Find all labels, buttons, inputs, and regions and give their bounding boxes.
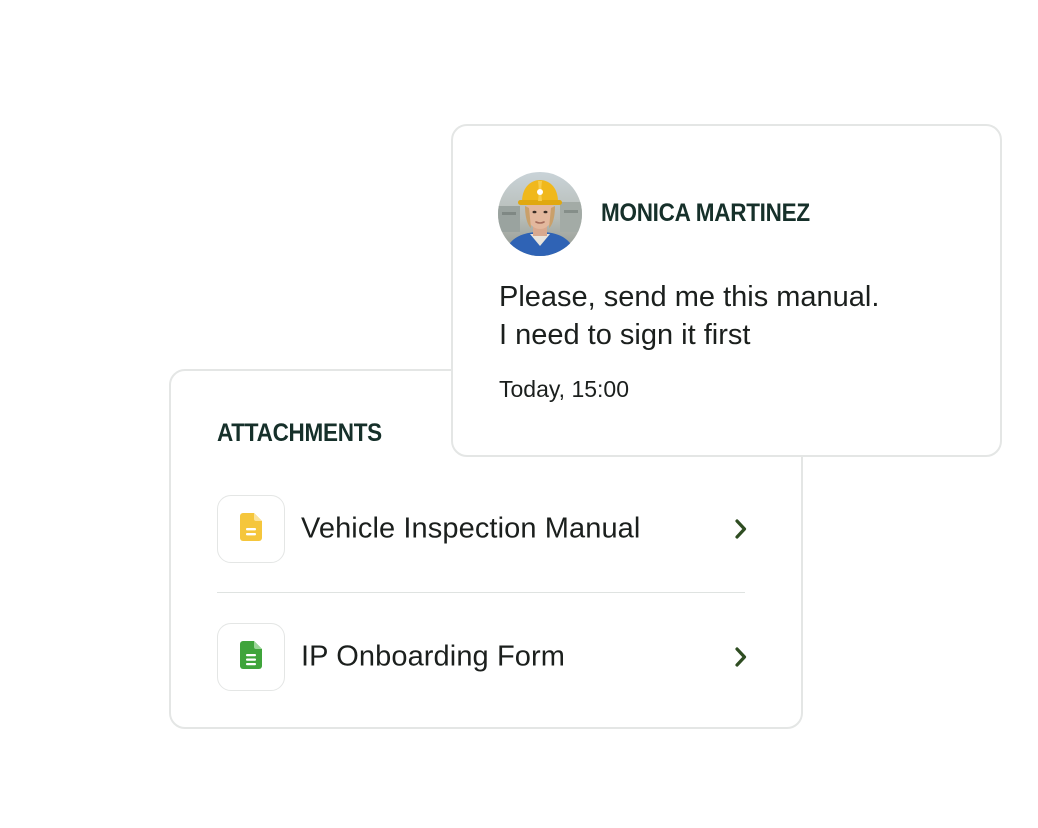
attachment-name: Vehicle Inspection Manual	[301, 512, 641, 545]
attachments-title: ATTACHMENTS	[217, 419, 382, 447]
message-line: I need to sign it first	[499, 319, 751, 351]
attachment-name: IP Onboarding Form	[301, 640, 566, 673]
message-text: Please, send me this manual. I need to s…	[499, 278, 959, 354]
attachment-item-ip-onboarding-form[interactable]: IP Onboarding Form	[217, 623, 751, 691]
attachment-item-vehicle-inspection-manual[interactable]: Vehicle Inspection Manual	[217, 495, 751, 563]
document-icon	[240, 512, 262, 546]
sender-name: MONICA MARTINEZ	[601, 199, 810, 227]
message-timestamp: Today, 15:00	[499, 376, 630, 402]
message-card: MONICA MARTINEZ Please, send me this man…	[451, 124, 1002, 457]
file-icon-box	[217, 495, 285, 563]
file-icon-box	[217, 623, 285, 691]
avatar	[498, 172, 582, 256]
message-line: Please, send me this manual.	[499, 281, 880, 313]
document-icon	[240, 640, 262, 674]
chevron-right-icon[interactable]	[731, 645, 751, 669]
divider	[217, 592, 745, 593]
chevron-right-icon[interactable]	[731, 517, 751, 541]
